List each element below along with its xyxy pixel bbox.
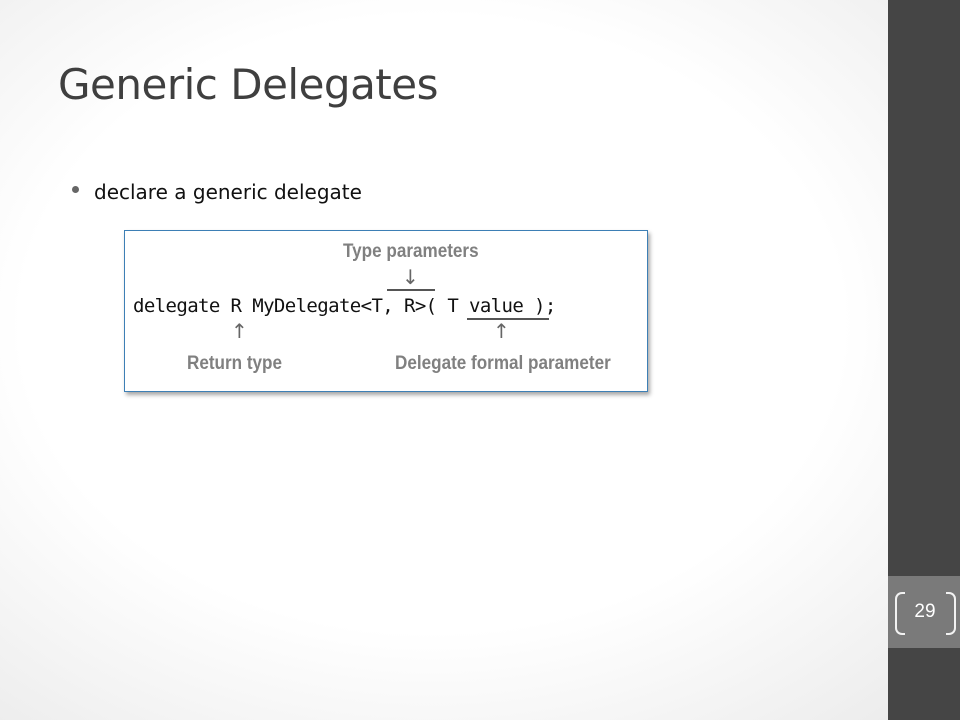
arrow-up-icon: ↑ — [493, 319, 510, 343]
bullet-text: declare a generic delegate — [94, 180, 362, 204]
arrow-up-icon: ↑ — [231, 319, 248, 343]
formal-parameter-label: Delegate formal parameter — [395, 353, 611, 374]
slide-title: Generic Delegates — [58, 60, 439, 109]
type-parameters-label: Type parameters — [343, 241, 479, 262]
return-type-label: Return type — [187, 353, 283, 374]
code-line: delegate R MyDelegate<T, R>( T value ); — [133, 295, 556, 317]
left-bracket-icon — [895, 592, 905, 635]
page-number: 29 — [914, 601, 936, 622]
bullet-icon — [72, 186, 79, 193]
type-params-underline — [387, 289, 435, 291]
right-bracket-icon — [946, 592, 956, 635]
code-figure: Type parameters ↓ delegate R MyDelegate<… — [124, 230, 648, 392]
page-number-box: 29 — [888, 576, 960, 648]
arrow-down-icon: ↓ — [402, 265, 419, 289]
